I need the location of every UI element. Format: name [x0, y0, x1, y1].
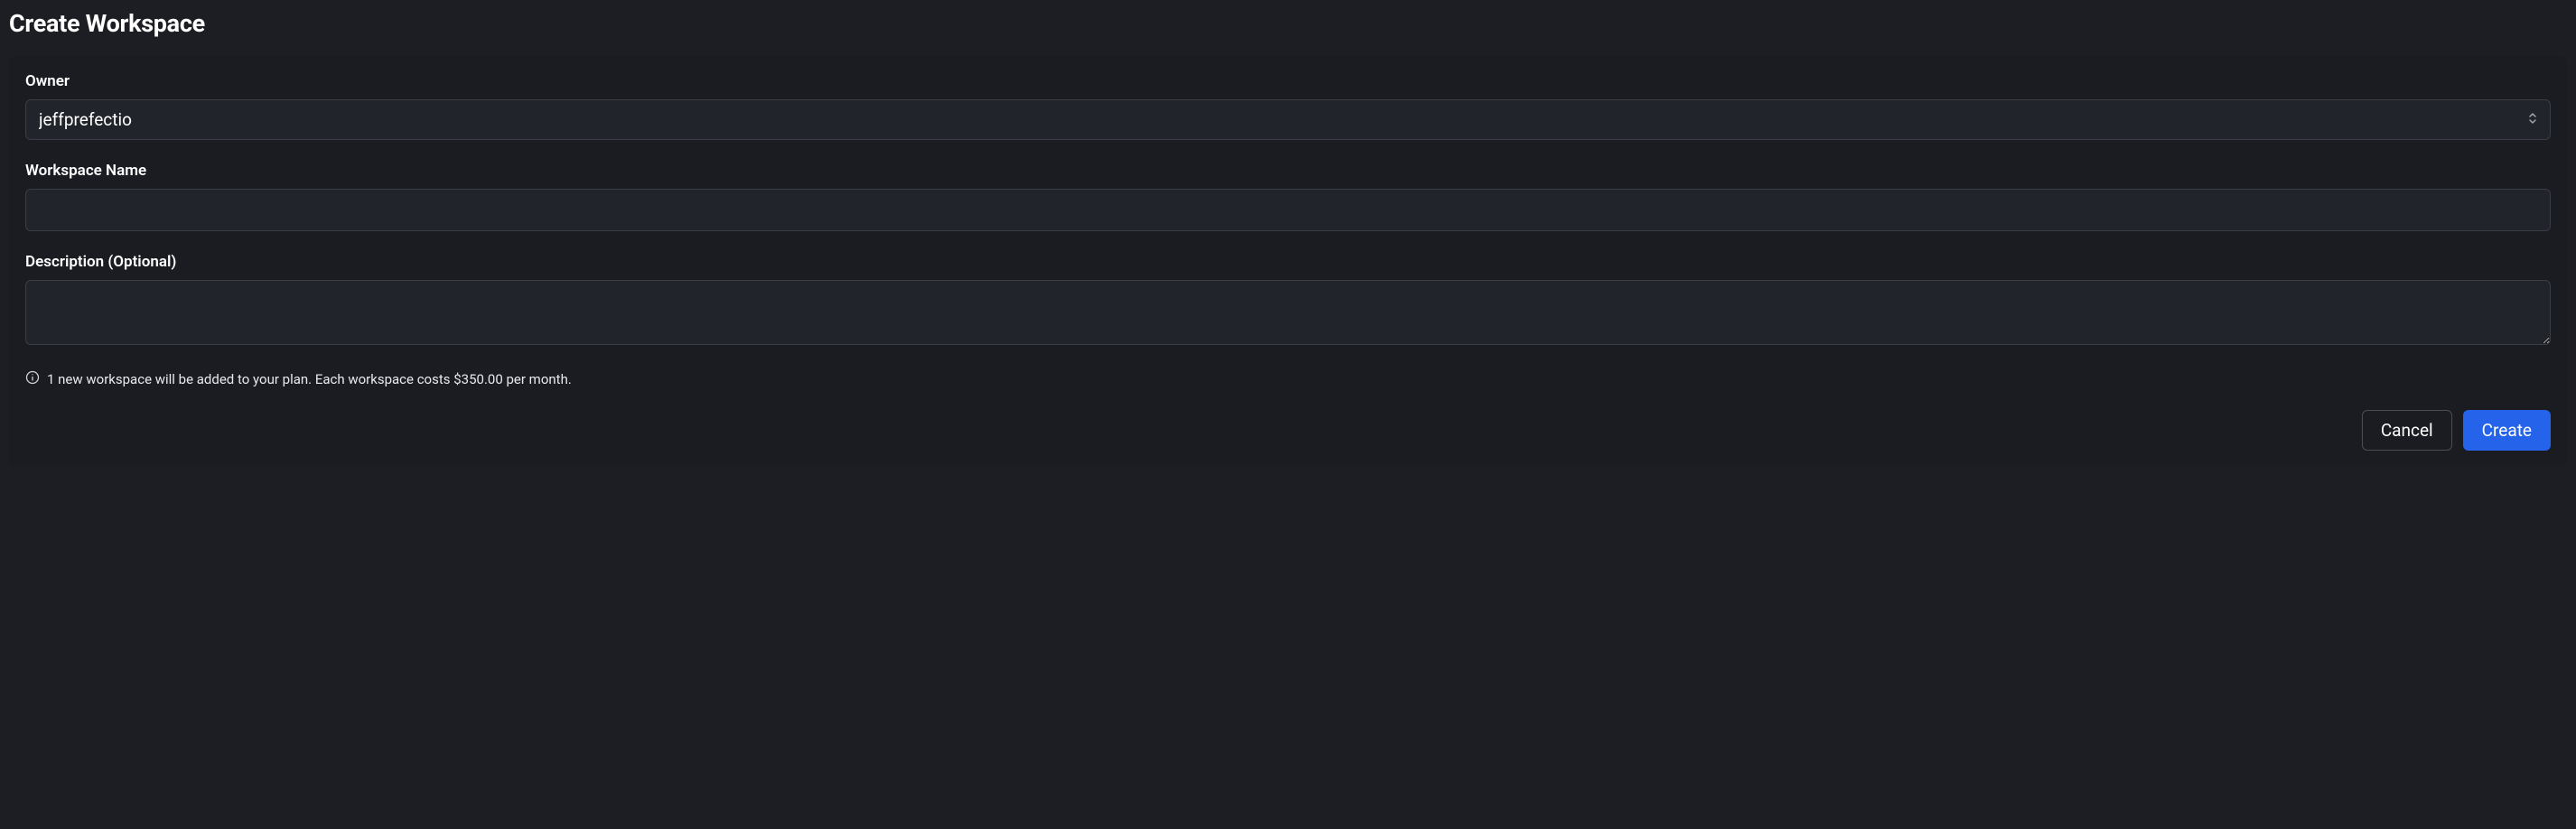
- description-label: Description (Optional): [25, 253, 2551, 271]
- owner-select[interactable]: jeffprefectio: [25, 99, 2551, 140]
- info-text: 1 new workspace will be added to your pl…: [47, 371, 572, 387]
- owner-select-wrap: jeffprefectio: [25, 99, 2551, 140]
- create-workspace-form: Owner jeffprefectio Workspace Name Descr…: [9, 56, 2567, 467]
- create-button[interactable]: Create: [2463, 410, 2551, 451]
- owner-label: Owner: [25, 72, 2551, 90]
- info-row: 1 new workspace will be added to your pl…: [25, 370, 2551, 388]
- workspace-name-label: Workspace Name: [25, 162, 2551, 180]
- description-group: Description (Optional): [25, 253, 2551, 349]
- workspace-name-group: Workspace Name: [25, 162, 2551, 231]
- page-title: Create Workspace: [9, 9, 2567, 38]
- button-row: Cancel Create: [25, 410, 2551, 451]
- owner-group: Owner jeffprefectio: [25, 72, 2551, 140]
- description-textarea[interactable]: [25, 280, 2551, 345]
- cancel-button[interactable]: Cancel: [2362, 410, 2452, 451]
- workspace-name-input[interactable]: [25, 189, 2551, 231]
- info-icon: [25, 370, 40, 388]
